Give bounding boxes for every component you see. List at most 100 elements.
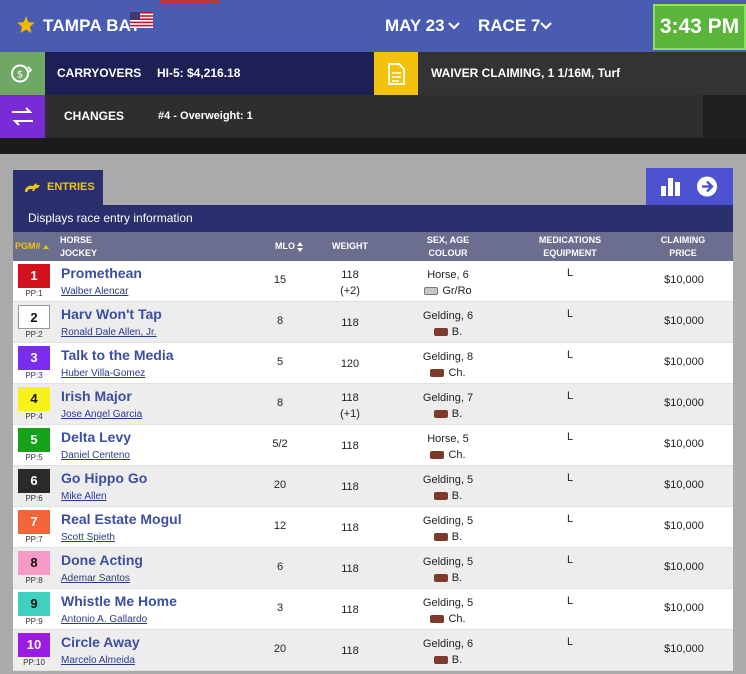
column-sex-label: SEX, AGE bbox=[426, 234, 470, 245]
horse-name-link[interactable]: Whistle Me Home bbox=[61, 593, 177, 609]
column-pgm-label: PGM# bbox=[15, 241, 41, 251]
weight-value: 118 bbox=[341, 440, 359, 452]
jockey-name-link[interactable]: Antonio A. Gallardo bbox=[61, 614, 147, 625]
coat-colour-value: B. bbox=[451, 531, 463, 543]
table-row[interactable]: 2 PP:2 Harv Won't Tap Ronald Dale Allen, Jr… bbox=[13, 302, 733, 343]
column-pgm[interactable]: PGM# bbox=[13, 232, 57, 261]
claiming-price-value: $10,000 bbox=[664, 356, 704, 368]
horse-name-link[interactable]: Real Estate Mogul bbox=[61, 511, 182, 527]
star-icon[interactable] bbox=[16, 15, 36, 35]
document-icon bbox=[374, 52, 418, 95]
svg-text:$: $ bbox=[17, 70, 23, 81]
program-number-badge: 1 bbox=[18, 264, 50, 288]
weight-value: 118 bbox=[341, 317, 359, 329]
race-number[interactable]: RACE 7 bbox=[478, 16, 540, 36]
weight-value: 118 bbox=[341, 481, 359, 493]
claiming-price-value: $10,000 bbox=[664, 602, 704, 614]
horse-name-link[interactable]: Done Acting bbox=[61, 552, 143, 568]
weight-value: 118 bbox=[341, 645, 359, 657]
coat-colour-value: B. bbox=[451, 654, 463, 666]
column-medications-equipment: MEDICATIONS EQUIPMENT bbox=[526, 232, 614, 261]
weight-cell: 118 bbox=[328, 479, 372, 495]
jockey-name-link[interactable]: Walber Alencar bbox=[61, 286, 128, 297]
program-number-badge: 2 bbox=[18, 305, 50, 329]
column-equipment-label: EQUIPMENT bbox=[543, 247, 597, 258]
claiming-price-value: $10,000 bbox=[664, 274, 704, 286]
column-mlo-label: MLO bbox=[275, 241, 295, 251]
sex-age-cell: Gelding, 5 B. bbox=[406, 554, 490, 586]
tab-entries[interactable]: ENTRIES bbox=[13, 170, 103, 205]
jockey-name-link[interactable]: Scott Spieth bbox=[61, 532, 115, 543]
column-horse-label: HORSE bbox=[60, 234, 93, 245]
entries-description: Displays race entry information bbox=[13, 205, 733, 232]
weight-cell: 118 bbox=[328, 438, 372, 454]
bar-chart-icon[interactable] bbox=[646, 168, 733, 205]
table-row[interactable]: 1 PP:1 Promethean Walber Alencar 15 118 (+2) Ho… bbox=[13, 261, 733, 302]
column-weight: WEIGHT bbox=[332, 241, 368, 251]
track-header: TAMPA BAY MAY 23 RACE 7 3:43 PM bbox=[0, 0, 746, 52]
sex-age-value: Gelding, 5 bbox=[422, 556, 474, 568]
horse-name-link[interactable]: Promethean bbox=[61, 265, 142, 281]
weight-cell: 118 (+2) bbox=[328, 267, 372, 299]
jockey-name-link[interactable]: Ronald Dale Allen, Jr. bbox=[61, 327, 157, 338]
post-position: PP:4 bbox=[25, 412, 43, 421]
horse-icon bbox=[25, 183, 40, 192]
weight-cell: 118 bbox=[328, 561, 372, 577]
chevron-down-icon[interactable] bbox=[540, 22, 552, 30]
morning-line-odds: 20 bbox=[273, 479, 287, 491]
column-horse-jockey: HORSE JOCKEY bbox=[60, 232, 140, 261]
sex-age-cell: Gelding, 7 B. bbox=[406, 390, 490, 422]
table-row[interactable]: 4 PP:4 Irish Major Jose Angel Garcia 8 118 (+1… bbox=[13, 384, 733, 425]
column-mlo[interactable]: MLO bbox=[268, 232, 312, 261]
horse-name-link[interactable]: Talk to the Media bbox=[61, 347, 174, 363]
entries-rows: 1 PP:1 Promethean Walber Alencar 15 118 (+2) Ho… bbox=[13, 261, 733, 671]
coat-colour-value: Gr/Ro bbox=[442, 285, 472, 297]
jockey-name-link[interactable]: Huber Villa-Gomez bbox=[61, 368, 145, 379]
table-row[interactable]: 10 PP:10 Circle Away Marcelo Almeida 20 118 Ge… bbox=[13, 630, 733, 671]
medications-value: L bbox=[566, 636, 574, 648]
post-position: PP:5 bbox=[25, 453, 43, 462]
weight-cell: 118 bbox=[328, 520, 372, 536]
coat-colour-value: Ch. bbox=[448, 367, 466, 379]
post-position: PP:2 bbox=[25, 330, 43, 339]
post-position: PP:7 bbox=[25, 535, 43, 544]
carryovers-label: CARRYOVERS bbox=[45, 52, 143, 95]
table-row[interactable]: 6 PP:6 Go Hippo Go Mike Allen 20 118 Gelding, … bbox=[13, 466, 733, 507]
horse-name-link[interactable]: Delta Levy bbox=[61, 429, 131, 445]
table-row[interactable]: 9 PP:9 Whistle Me Home Antonio A. Gallardo 3… bbox=[13, 589, 733, 630]
changes-bar: CHANGES #4 - Overweight: 1 bbox=[0, 95, 746, 138]
horse-name-link[interactable]: Go Hippo Go bbox=[61, 470, 147, 486]
horse-name-link[interactable]: Harv Won't Tap bbox=[61, 306, 162, 322]
sex-age-cell: Gelding, 6 B. bbox=[406, 636, 490, 668]
jockey-name-link[interactable]: Jose Angel Garcia bbox=[61, 409, 142, 420]
stats-toolbar[interactable] bbox=[646, 168, 733, 205]
race-date[interactable]: MAY 23 bbox=[385, 16, 445, 36]
coat-colour-swatch bbox=[433, 492, 448, 501]
chevron-down-icon[interactable] bbox=[448, 22, 460, 30]
jockey-name-link[interactable]: Mike Allen bbox=[61, 491, 107, 502]
sort-asc-icon[interactable] bbox=[41, 243, 51, 251]
jockey-name-link[interactable]: Marcelo Almeida bbox=[61, 655, 135, 666]
horse-name-link[interactable]: Irish Major bbox=[61, 388, 132, 404]
carryover-icon: $ bbox=[0, 52, 45, 95]
program-number-badge: 7 bbox=[18, 510, 50, 534]
medications-value: L bbox=[566, 349, 574, 361]
coat-colour-value: B. bbox=[451, 326, 463, 338]
weight-value: 118 bbox=[341, 522, 359, 534]
horse-name-link[interactable]: Circle Away bbox=[61, 634, 140, 650]
claiming-price-value: $10,000 bbox=[664, 438, 704, 450]
table-row[interactable]: 8 PP:8 Done Acting Ademar Santos 6 118 Gelding… bbox=[13, 548, 733, 589]
sort-icon[interactable] bbox=[295, 241, 305, 253]
changes-bar-end bbox=[703, 95, 746, 138]
program-number-badge: 3 bbox=[18, 346, 50, 370]
sex-age-value: Gelding, 6 bbox=[422, 638, 474, 650]
weight-cell: 118 bbox=[328, 602, 372, 618]
table-row[interactable]: 5 PP:5 Delta Levy Daniel Centeno 5/2 118 Horse… bbox=[13, 425, 733, 466]
jockey-name-link[interactable]: Daniel Centeno bbox=[61, 450, 130, 461]
table-row[interactable]: 3 PP:3 Talk to the Media Huber Villa-Gomez 5… bbox=[13, 343, 733, 384]
race-conditions: WAIVER CLAIMING, 1 1/16M, Turf bbox=[418, 52, 746, 95]
weight-cell: 118 bbox=[328, 315, 372, 331]
jockey-name-link[interactable]: Ademar Santos bbox=[61, 573, 130, 584]
weight-adjustment: (+1) bbox=[340, 408, 360, 420]
table-row[interactable]: 7 PP:7 Real Estate Mogul Scott Spieth 12 118 G… bbox=[13, 507, 733, 548]
